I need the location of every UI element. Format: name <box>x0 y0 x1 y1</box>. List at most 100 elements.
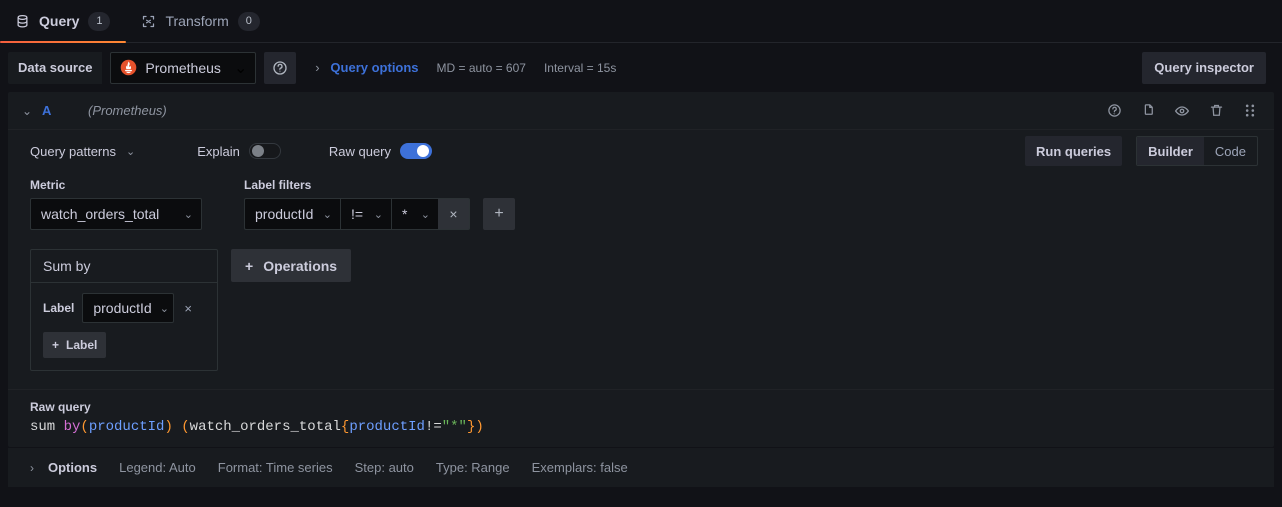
explain-switch[interactable] <box>248 143 281 159</box>
remove-filter-button[interactable]: × <box>438 198 470 230</box>
chevron-down-icon: ⌄ <box>183 208 193 221</box>
remove-operation-label-button[interactable]: × <box>182 301 194 316</box>
editor-tabbar: Query 1 Transform 0 <box>0 0 1282 43</box>
token-open-paren: ( <box>80 419 89 435</box>
query-row-header: ⌄ A (Prometheus) <box>8 92 1274 130</box>
datasource-picker[interactable]: Prometheus ⌄ <box>110 51 257 84</box>
datasource-row: Data source Prometheus ⌄ › Query options… <box>0 43 1282 92</box>
plus-icon: + <box>52 338 60 352</box>
interval-info: Interval = 15s <box>543 60 617 75</box>
chevron-right-icon: › <box>315 60 320 75</box>
operations-button-label: Operations <box>263 257 338 274</box>
editor-mode-builder[interactable]: Builder <box>1137 137 1204 165</box>
filter-operator-value: != <box>351 206 364 222</box>
option-legend: Legend: Auto <box>119 460 196 475</box>
tab-transform-badge: 0 <box>237 11 260 31</box>
explain-label: Explain <box>197 143 240 159</box>
datasource-label: Data source <box>8 51 103 84</box>
filter-key-value: productId <box>255 206 314 222</box>
token-filter-label: productId <box>349 419 425 435</box>
chevron-right-icon[interactable]: › <box>30 461 34 475</box>
sum-by-operation-card: Sum by Label productId ⌄ × + Label <box>30 249 218 371</box>
chevron-down-icon: ⌄ <box>159 302 169 315</box>
token-close-paren-2: ) <box>475 419 484 435</box>
tab-query[interactable]: Query 1 <box>0 0 127 43</box>
option-format: Format: Time series <box>217 460 333 475</box>
builder-section: Metric watch_orders_total ⌄ Label filter… <box>8 172 1274 371</box>
token-metric: watch_orders_total <box>189 419 341 435</box>
query-options-link[interactable]: Query options <box>330 60 418 75</box>
add-label-button[interactable]: + Label <box>43 332 107 358</box>
editor-mode-radio-group: Builder Code <box>1136 136 1258 166</box>
query-collapse-toggle[interactable]: ⌄ <box>12 104 42 118</box>
raw-query-toggle-group: Raw query <box>329 143 432 159</box>
database-icon <box>14 13 30 29</box>
filter-value-value: * <box>402 206 408 222</box>
token-by: by <box>63 419 81 435</box>
operation-label-row: Label productId ⌄ × <box>43 293 205 323</box>
run-queries-button[interactable]: Run queries <box>1025 136 1123 166</box>
token-by-label: productId <box>88 419 165 435</box>
add-filter-button[interactable]: + <box>483 198 515 230</box>
operations-button[interactable]: + Operations <box>231 249 352 282</box>
token-string-value: "*" <box>441 419 467 435</box>
question-circle-icon <box>272 60 288 76</box>
token-operator: != <box>424 419 442 435</box>
plus-icon: + <box>245 257 254 274</box>
operation-label-text: Label <box>43 301 75 315</box>
operation-card-title: Sum by <box>31 250 217 283</box>
label-filters-label: Label filters <box>244 178 312 192</box>
query-options-expand-button[interactable]: › <box>304 52 330 84</box>
query-builder-toolbar: Query patterns ⌄ Explain Raw query Run q… <box>8 130 1274 172</box>
label-filters-group: Label filters productId ⌄ != ⌄ * ⌄ × + <box>244 178 515 230</box>
filter-value-select[interactable]: * ⌄ <box>391 198 438 230</box>
duplicate-icon[interactable] <box>1140 103 1156 119</box>
query-ref-id[interactable]: A <box>42 103 88 118</box>
raw-query-label: Raw query <box>328 143 391 159</box>
operation-card-body: Label productId ⌄ × + Label <box>31 283 217 370</box>
datasource-help-button[interactable] <box>264 51 297 84</box>
query-patterns-button[interactable]: Query patterns ⌄ <box>30 144 135 159</box>
trash-icon[interactable] <box>1208 103 1224 119</box>
drag-handle-icon[interactable] <box>1242 103 1258 119</box>
eye-icon[interactable] <box>1174 103 1190 119</box>
explain-switch-knob <box>251 145 264 157</box>
help-icon[interactable] <box>1106 103 1122 119</box>
metric-select[interactable]: watch_orders_total ⌄ <box>30 198 202 230</box>
grafana-query-editor: Query 1 Transform 0 Data source Promethe… <box>0 0 1282 507</box>
raw-query-section-label: Raw query <box>30 400 91 414</box>
label-filter-chip: productId ⌄ != ⌄ * ⌄ × <box>244 198 470 230</box>
operation-label-select[interactable]: productId ⌄ <box>82 293 175 323</box>
editor-mode-code[interactable]: Code <box>1204 137 1257 165</box>
filter-operator-select[interactable]: != ⌄ <box>340 198 391 230</box>
raw-query-section: Raw query sum by(productId) (watch_order… <box>8 389 1274 447</box>
operations-row: Sum by Label productId ⌄ × + Label + Ope… <box>30 249 1252 371</box>
token-sum: sum <box>30 419 64 435</box>
metric-label: Metric <box>30 178 66 192</box>
raw-query-switch[interactable] <box>400 143 432 159</box>
prometheus-logo-icon <box>120 59 137 76</box>
query-row-actions <box>1106 103 1266 119</box>
datasource-selected-value: Prometheus <box>145 59 221 76</box>
metric-field-group: Metric watch_orders_total ⌄ <box>30 178 202 230</box>
chevron-down-icon: ⌄ <box>126 145 136 158</box>
query-editor-panel: ⌄ A (Prometheus) Query patterns ⌄ Explai… <box>8 92 1274 447</box>
metric-and-filters-row: Metric watch_orders_total ⌄ Label filter… <box>30 178 1252 230</box>
chevron-down-icon: ⌄ <box>322 208 332 221</box>
chevron-down-icon: ⌄ <box>234 59 248 77</box>
options-title[interactable]: Options <box>48 460 97 475</box>
query-patterns-label: Query patterns <box>30 143 116 159</box>
tab-transform[interactable]: Transform 0 <box>126 0 275 42</box>
chevron-down-icon: ⌄ <box>373 208 383 221</box>
add-label-text: Label <box>66 338 98 352</box>
metric-select-value: watch_orders_total <box>41 206 160 222</box>
token-open-paren-2: ( <box>181 419 190 435</box>
tab-query-label: Query <box>39 13 80 29</box>
query-datasource-name: (Prometheus) <box>88 103 167 118</box>
filter-key-select[interactable]: productId ⌄ <box>244 198 340 230</box>
option-type: Type: Range <box>435 460 510 475</box>
tab-transform-label: Transform <box>165 13 229 29</box>
query-inspector-button[interactable]: Query inspector <box>1142 51 1266 84</box>
operation-label-value: productId <box>93 300 152 316</box>
